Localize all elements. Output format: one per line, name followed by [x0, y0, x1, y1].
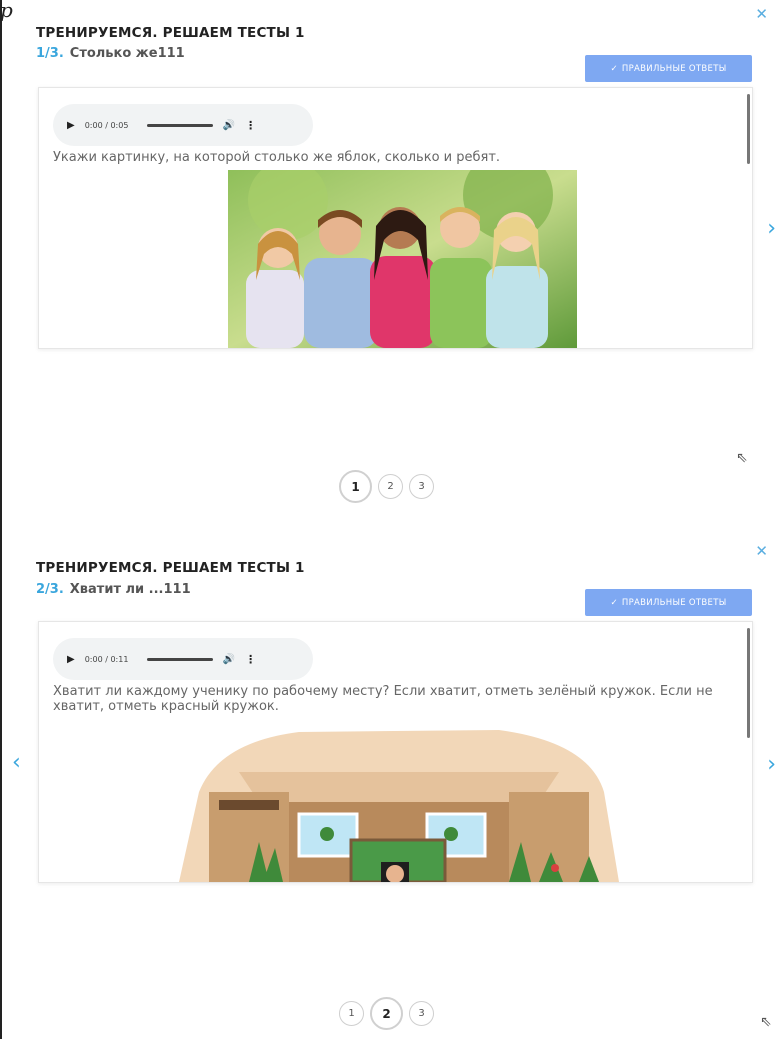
correct-answers-button[interactable]: ✓ ПРАВИЛЬНЫЕ ОТВЕТЫ [585, 55, 752, 82]
question-text: Укажи картинку, на которой столько же яб… [53, 150, 501, 165]
play-icon[interactable]: ▶ [67, 120, 75, 131]
mouse-cursor-icon: ⇖ [736, 450, 748, 466]
chevron-right-icon: › [767, 216, 776, 241]
mouse-cursor-icon: ⇖ [760, 1014, 772, 1030]
next-question-arrow[interactable]: › [767, 216, 776, 241]
chevron-left-icon: ‹ [12, 750, 21, 775]
page-button-1[interactable]: 1 [339, 470, 372, 503]
question-card: ▶ 0:00 / 0:11 🔊 ⋮ Хватит ли каждому учен… [38, 621, 753, 883]
correct-answers-label: ПРАВИЛЬНЫЕ ОТВЕТЫ [621, 63, 727, 74]
question-title: Столько же111 [69, 46, 185, 61]
correct-answers-label: ПРАВИЛЬНЫЕ ОТВЕТЫ [621, 597, 727, 608]
more-vertical-icon[interactable]: ⋮ [245, 653, 256, 666]
page-button-2[interactable]: 2 [370, 997, 403, 1030]
audio-player: ▶ 0:00 / 0:05 🔊 ⋮ [53, 104, 313, 146]
question-heading: 1/3. Столько же111 [36, 46, 185, 61]
question-counter: 2/3. [36, 582, 64, 597]
card-scrollbar[interactable] [747, 628, 750, 738]
panel-title: ТРЕНИРУЕМСЯ. РЕШАЕМ ТЕСТЫ 1 [36, 560, 305, 576]
classroom-illustration [179, 730, 619, 882]
audio-progress-slider[interactable] [146, 657, 213, 661]
more-vertical-icon[interactable]: ⋮ [245, 119, 256, 132]
audio-progress-slider[interactable] [146, 123, 213, 127]
test-panel-2: ✕ ТРЕНИРУЕМСЯ. РЕШАЕМ ТЕСТЫ 1 2/3. Хватит… [0, 520, 776, 1039]
question-title: Хватит ли ...111 [69, 582, 191, 597]
next-question-arrow[interactable]: › [767, 752, 776, 777]
page-button-2[interactable]: 2 [378, 474, 403, 499]
check-icon: ✓ [610, 597, 618, 608]
close-icon[interactable]: ✕ [755, 5, 768, 23]
volume-icon[interactable]: 🔊 [223, 120, 235, 131]
question-heading: 2/3. Хватит ли ...111 [36, 582, 191, 597]
question-pager: 1 2 3 [339, 997, 434, 1030]
question-text: Хватит ли каждому ученику по рабочему ме… [53, 684, 713, 714]
play-icon[interactable]: ▶ [67, 654, 75, 665]
check-icon: ✓ [610, 63, 618, 74]
children-photo [228, 170, 577, 348]
close-icon[interactable]: ✕ [755, 542, 768, 560]
chevron-right-icon: › [767, 752, 776, 777]
previous-question-arrow[interactable]: ‹ [12, 750, 21, 775]
correct-answers-button[interactable]: ✓ ПРАВИЛЬНЫЕ ОТВЕТЫ [585, 589, 752, 616]
page-button-3[interactable]: 3 [409, 474, 434, 499]
audio-time: 0:00 / 0:11 [84, 654, 129, 664]
question-card: ▶ 0:00 / 0:05 🔊 ⋮ Укажи картинку, на кот… [38, 87, 753, 349]
page-button-1[interactable]: 1 [339, 1001, 364, 1026]
test-panel-1: ✕ ТРЕНИРУЕМСЯ. РЕШАЕМ ТЕСТЫ 1 1/3. Стольк… [0, 0, 776, 520]
audio-player: ▶ 0:00 / 0:11 🔊 ⋮ [53, 638, 313, 680]
volume-icon[interactable]: 🔊 [223, 654, 235, 665]
question-counter: 1/3. [36, 46, 64, 61]
audio-time: 0:00 / 0:05 [84, 120, 129, 130]
panel-title: ТРЕНИРУЕМСЯ. РЕШАЕМ ТЕСТЫ 1 [36, 25, 305, 41]
page-button-3[interactable]: 3 [409, 1001, 434, 1026]
question-pager: 1 2 3 [339, 470, 434, 503]
